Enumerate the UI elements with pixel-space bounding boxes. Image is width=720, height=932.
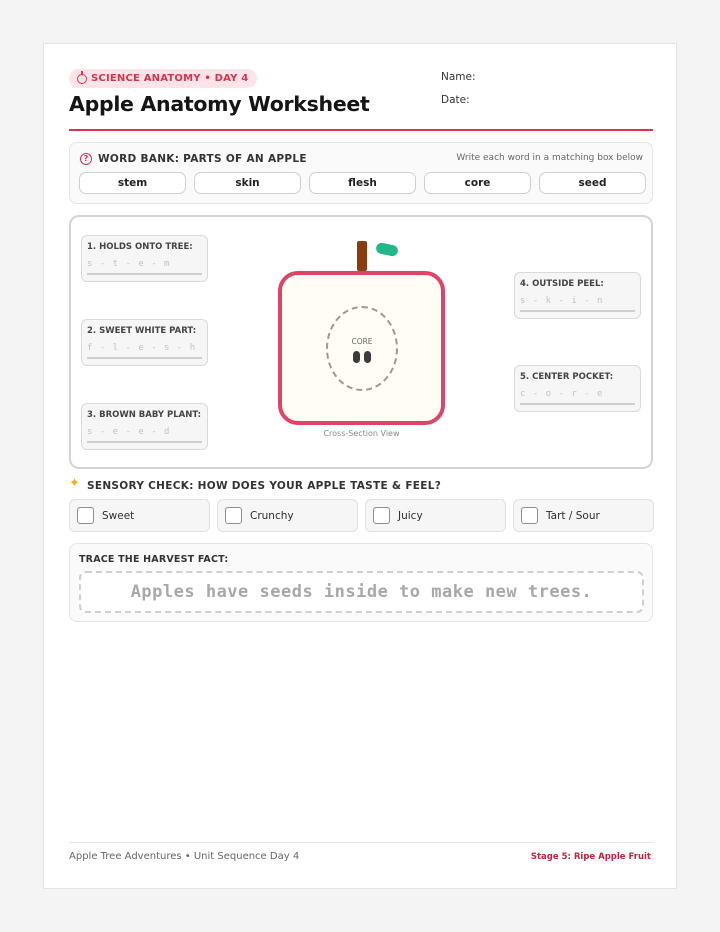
label-box-skin[interactable]: 4. OUTSIDE PEEL: s - k - i - n [514,272,641,319]
word-bank-panel: ? WORD BANK: PARTS OF AN APPLE Write eac… [69,142,653,204]
write-line [87,441,202,443]
question-circle-icon: ? [80,153,92,165]
option-juicy[interactable]: Juicy [365,499,506,532]
worksheet-page: SCIENCE ANATOMY • DAY 4 Apple Anatomy Wo… [43,43,677,889]
apple-core: CORE [326,306,398,391]
label-seed-prompt: 3. BROWN BABY PLANT: [87,410,202,420]
option-crunchy[interactable]: Crunchy [217,499,358,532]
sensory-title: SENSORY CHECK: HOW DOES YOUR APPLE TASTE… [87,479,442,492]
word-chip-core[interactable]: core [424,172,531,194]
option-label: Tart / Sour [546,509,600,522]
label-flesh-trace: f - l - e - s - h [87,343,197,353]
name-label: Name: [441,71,476,83]
apple-stem [357,241,367,271]
name-field: Name: [441,71,476,83]
label-core-prompt: 5. CENTER POCKET: [520,372,614,382]
label-flesh-prompt: 2. SWEET WHITE PART: [87,326,197,336]
trace-fact-text: Apples have seeds inside to make new tre… [130,582,593,602]
header-divider [69,129,653,131]
label-box-seed[interactable]: 3. BROWN BABY PLANT: s - e - e - d [81,403,208,450]
word-chip-skin[interactable]: skin [194,172,301,194]
checkbox[interactable] [373,507,390,524]
badge-label: SCIENCE ANATOMY • DAY 4 [91,73,249,84]
page-title: Apple Anatomy Worksheet [69,92,370,116]
write-line [87,357,202,359]
sparkle-icon [69,476,82,492]
option-sweet[interactable]: Sweet [69,499,210,532]
trace-fact-panel: TRACE THE HARVEST FACT: Apples have seed… [69,543,653,622]
trace-fact-heading: TRACE THE HARVEST FACT: [79,554,229,565]
footer-stage: Stage 5: Ripe Apple Fruit [530,852,651,862]
apple-diagram: 1. HOLDS ONTO TREE: s - t - e - m 2. SWE… [69,215,653,469]
label-stem-trace: s - t - e - m [87,259,171,269]
word-bank-title: WORD BANK: PARTS OF AN APPLE [98,153,307,165]
label-seed-trace: s - e - e - d [87,427,171,437]
write-line [520,310,635,312]
apple-leaf [375,241,399,258]
write-line [520,403,635,405]
date-field: Date: [441,94,470,106]
label-box-core[interactable]: 5. CENTER POCKET: c - o - r - e [514,365,641,412]
checkbox[interactable] [77,507,94,524]
write-line [87,273,202,275]
sensory-heading: SENSORY CHECK: HOW DOES YOUR APPLE TASTE… [69,476,442,492]
label-stem-prompt: 1. HOLDS ONTO TREE: [87,242,193,252]
label-core-trace: c - o - r - e [520,389,604,399]
footer-divider [69,842,653,843]
checkbox[interactable] [225,507,242,524]
word-bank-hint: Write each word in a matching box below [456,153,643,163]
word-bank-heading: ? WORD BANK: PARTS OF AN APPLE [80,153,307,165]
label-skin-trace: s - k - i - n [520,296,604,306]
word-chip-flesh[interactable]: flesh [309,172,416,194]
option-tart-sour[interactable]: Tart / Sour [513,499,654,532]
diagram-caption: Cross-Section View [323,429,400,438]
apple-seed [364,351,371,363]
apple-icon [77,70,87,84]
option-label: Juicy [398,509,423,522]
trace-fact-box[interactable]: Apples have seeds inside to make new tre… [79,571,644,613]
checkbox[interactable] [521,507,538,524]
option-label: Crunchy [250,509,294,522]
footer-series: Apple Tree Adventures • Unit Sequence Da… [69,851,300,862]
core-label: CORE [351,337,373,346]
word-chip-seed[interactable]: seed [539,172,646,194]
word-chip-stem[interactable]: stem [79,172,186,194]
subject-badge: SCIENCE ANATOMY • DAY 4 [69,69,258,88]
label-box-flesh[interactable]: 2. SWEET WHITE PART: f - l - e - s - h [81,319,208,366]
apple-seed [353,351,360,363]
date-label: Date: [441,94,470,106]
option-label: Sweet [102,509,135,522]
label-box-stem[interactable]: 1. HOLDS ONTO TREE: s - t - e - m [81,235,208,282]
label-skin-prompt: 4. OUTSIDE PEEL: [520,279,604,289]
sensory-options: Sweet Crunchy Juicy Tart / Sour [69,499,654,532]
word-chips: stem skin flesh core seed [79,172,646,194]
